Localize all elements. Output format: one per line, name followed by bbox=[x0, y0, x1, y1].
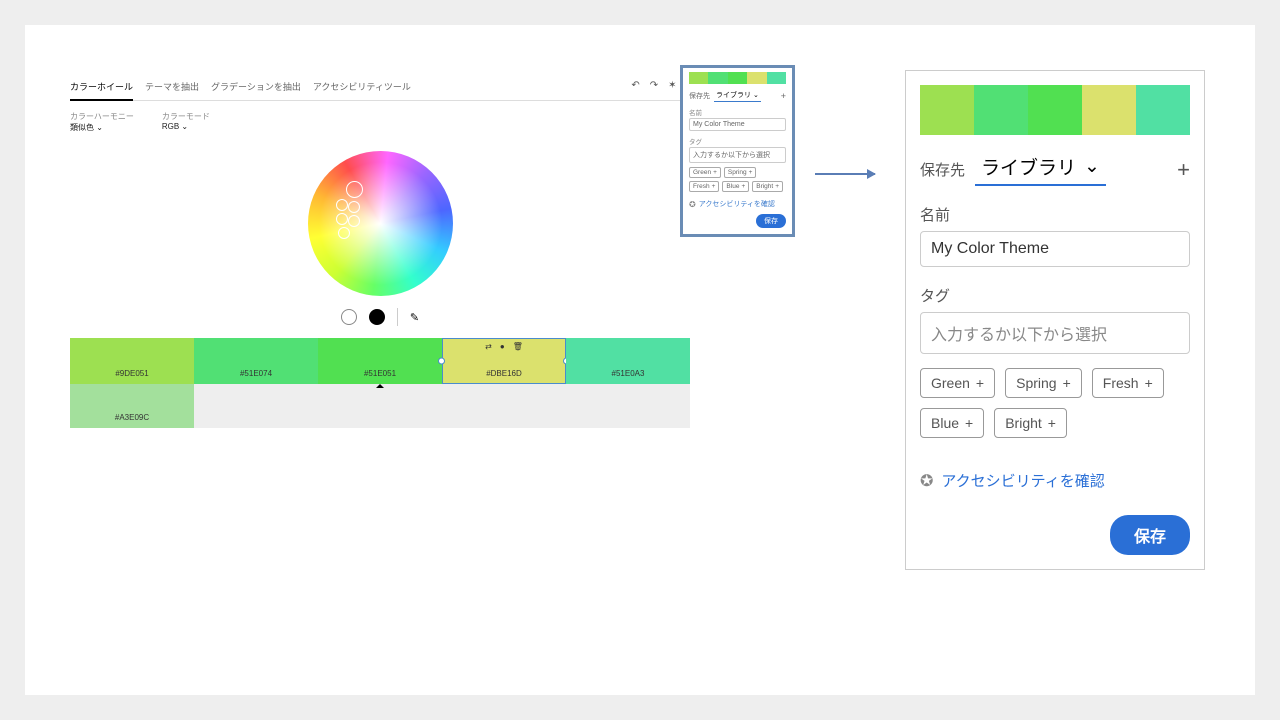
a11y-link[interactable]: ✪アクセシビリティを確認 bbox=[920, 470, 1190, 491]
expand-icon[interactable]: ✶ bbox=[668, 80, 676, 97]
plus-icon: + bbox=[1048, 415, 1056, 431]
tag-bright[interactable]: Bright+ bbox=[752, 181, 783, 192]
a11y-link[interactable]: ✪アクセシビリティを確認 bbox=[689, 199, 786, 209]
swatch-5[interactable]: #51E0A3 bbox=[566, 338, 690, 384]
arrow-icon bbox=[815, 173, 875, 175]
swatch-4[interactable]: ⇄●🗑 #DBE16D bbox=[442, 338, 566, 384]
chevron-down-icon: ⌄ bbox=[96, 123, 103, 132]
color-tool: カラーホイール テーマを抽出 グラデーションを抽出 アクセシビリティツール ↶ … bbox=[70, 80, 690, 428]
tab-wheel[interactable]: カラーホイール bbox=[70, 80, 133, 101]
chevron-down-icon: ⌄ bbox=[1084, 155, 1100, 178]
eyedropper-icon[interactable]: ✎ bbox=[410, 311, 419, 324]
save-panel-large: 保存先 ライブラリ⌄ + 名前 My Color Theme タグ 入力するか以… bbox=[905, 70, 1205, 570]
bg-white-toggle[interactable] bbox=[341, 309, 357, 325]
plus-icon: + bbox=[1145, 375, 1153, 391]
name-input[interactable]: My Color Theme bbox=[689, 118, 786, 131]
tag-green[interactable]: Green+ bbox=[689, 167, 721, 178]
tag-bright[interactable]: Bright+ bbox=[994, 408, 1067, 438]
save-button[interactable]: 保存 bbox=[1110, 515, 1190, 555]
swatch-3[interactable]: #51E051 bbox=[318, 338, 442, 384]
tag-fresh[interactable]: Fresh+ bbox=[689, 181, 719, 192]
drag-icon[interactable]: ● bbox=[500, 342, 505, 351]
chevron-down-icon: ⌄ bbox=[181, 122, 188, 131]
name-label: 名前 bbox=[920, 204, 1190, 225]
tab-a11y[interactable]: アクセシビリティツール bbox=[313, 80, 411, 100]
tag-input[interactable]: 入力するか以下から選択 bbox=[920, 312, 1190, 354]
add-icon[interactable]: + bbox=[781, 91, 786, 101]
tag-label: タグ bbox=[920, 285, 1190, 306]
delete-icon[interactable]: 🗑 bbox=[513, 342, 523, 351]
tag-blue[interactable]: Blue+ bbox=[722, 181, 749, 192]
saveto-label: 保存先 bbox=[920, 159, 965, 180]
bg-black-toggle[interactable] bbox=[369, 309, 385, 325]
plus-icon: + bbox=[1063, 375, 1071, 391]
harmony-select[interactable]: カラーハーモニー類似色 ⌄ bbox=[70, 111, 134, 133]
name-input[interactable]: My Color Theme bbox=[920, 231, 1190, 267]
save-panel-small: 保存先ライブラリ ⌄+ 名前 My Color Theme タグ 入力するか以下… bbox=[680, 65, 795, 237]
mode-select[interactable]: カラーモードRGB ⌄ bbox=[162, 111, 210, 133]
undo-icon[interactable]: ↶ bbox=[631, 80, 639, 97]
library-select[interactable]: ライブラリ⌄ bbox=[975, 153, 1106, 186]
plus-icon: + bbox=[965, 415, 973, 431]
swatch-2[interactable]: #51E074 bbox=[194, 338, 318, 384]
plus-icon: + bbox=[976, 375, 984, 391]
a11y-icon: ✪ bbox=[689, 200, 696, 209]
tag-input[interactable]: 入力するか以下から選択 bbox=[689, 147, 786, 163]
redo-icon[interactable]: ↷ bbox=[650, 80, 658, 97]
tag-blue[interactable]: Blue+ bbox=[920, 408, 984, 438]
swatch-alt-1[interactable]: #A3E09C bbox=[70, 384, 194, 428]
save-button[interactable]: 保存 bbox=[756, 214, 786, 228]
tab-gradient[interactable]: グラデーションを抽出 bbox=[211, 80, 301, 100]
tag-green[interactable]: Green+ bbox=[920, 368, 995, 398]
color-wheel[interactable] bbox=[308, 151, 453, 296]
tag-spring[interactable]: Spring+ bbox=[1005, 368, 1082, 398]
tab-extract[interactable]: テーマを抽出 bbox=[145, 80, 199, 100]
a11y-icon: ✪ bbox=[920, 471, 933, 491]
tool-tabs: カラーホイール テーマを抽出 グラデーションを抽出 アクセシビリティツール ↶ … bbox=[70, 80, 690, 101]
add-library-button[interactable]: + bbox=[1177, 157, 1190, 183]
tag-fresh[interactable]: Fresh+ bbox=[1092, 368, 1164, 398]
swatch-1[interactable]: #9DE051 bbox=[70, 338, 194, 384]
tag-spring[interactable]: Spring+ bbox=[724, 167, 757, 178]
adjust-icon[interactable]: ⇄ bbox=[485, 342, 492, 351]
swatch-row: #9DE051 #51E074 #51E051 ⇄●🗑 #DBE16D #51E… bbox=[70, 338, 690, 384]
